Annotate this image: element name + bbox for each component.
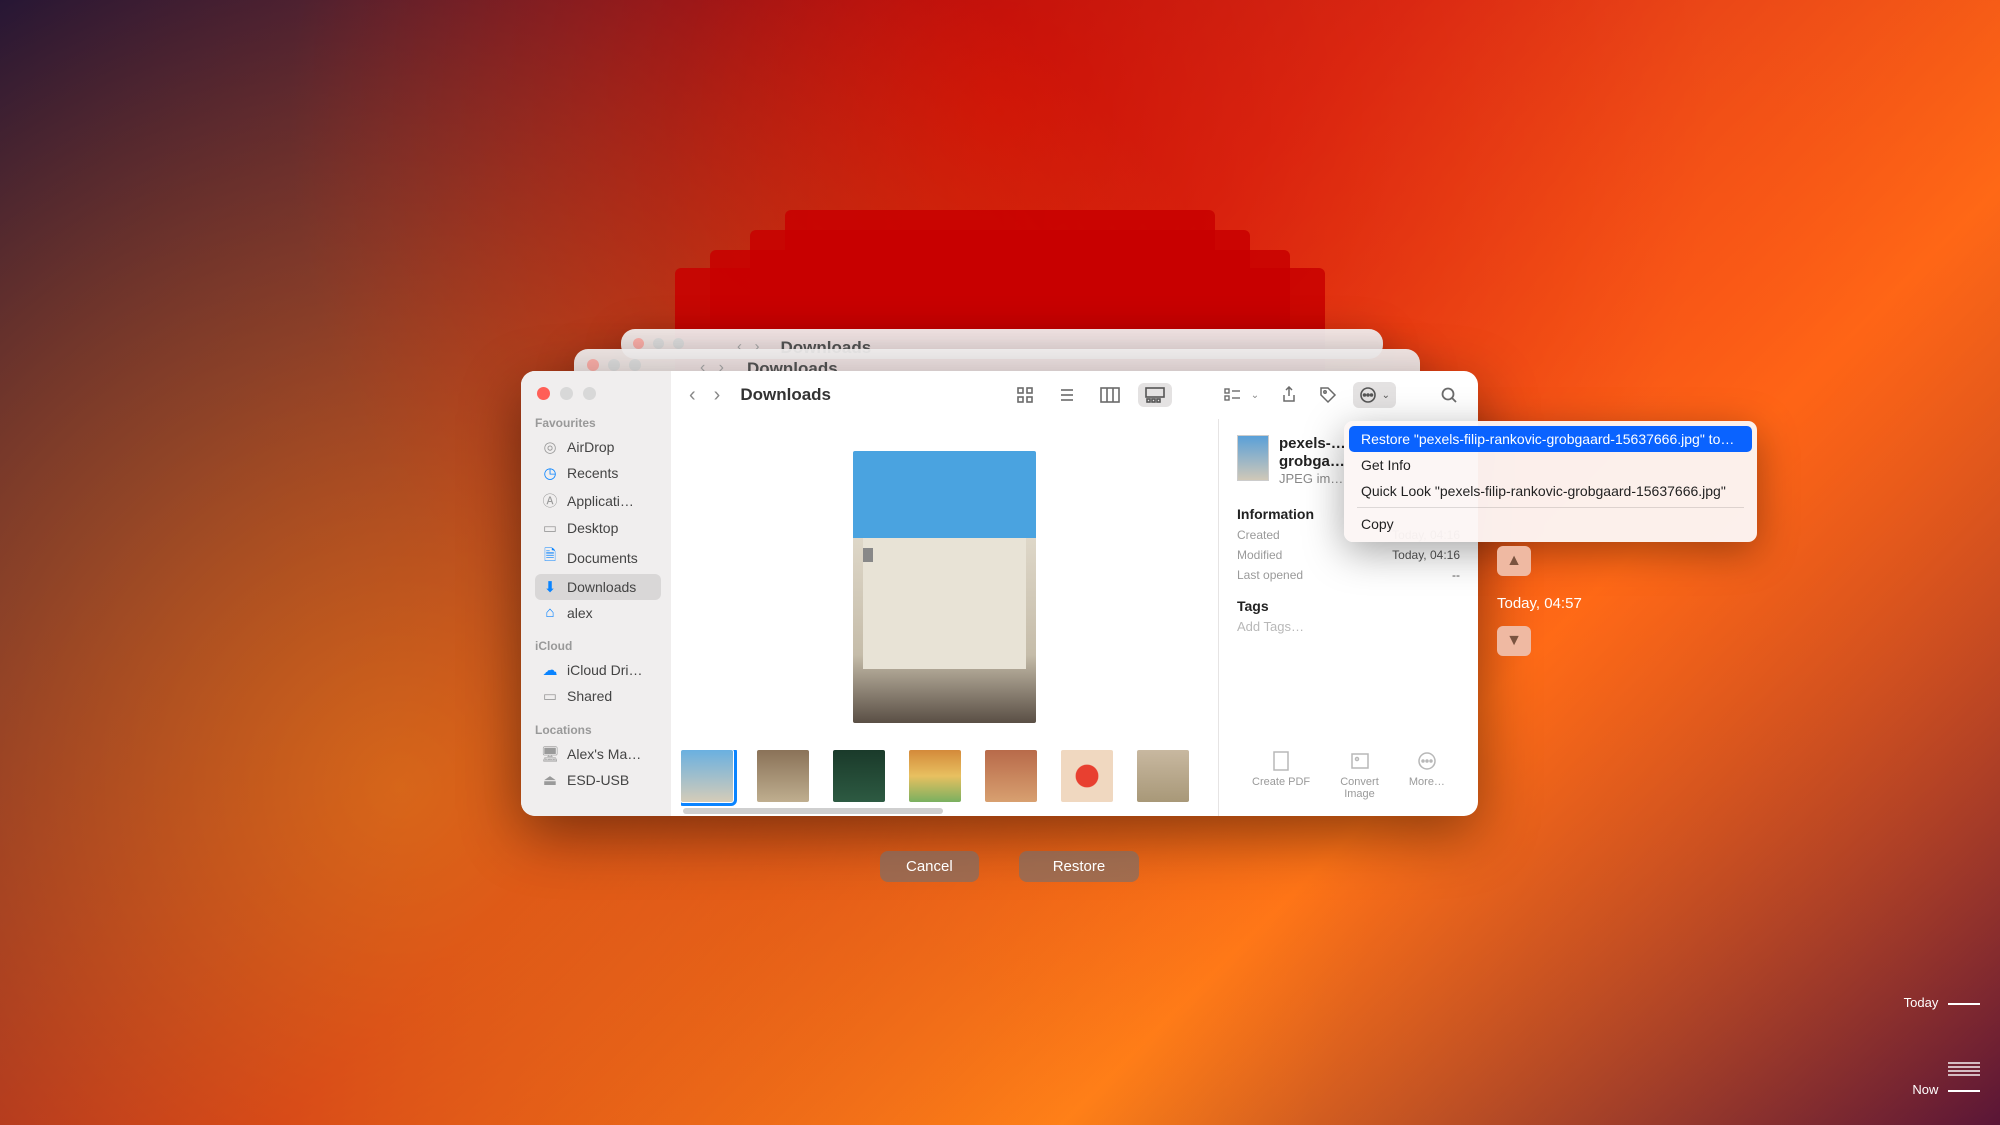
thumbnail[interactable] xyxy=(833,750,885,802)
gallery-area xyxy=(671,419,1218,816)
timeline-down-button[interactable]: ▼ xyxy=(1497,626,1531,656)
timeline-scale[interactable]: Today Now xyxy=(1904,995,1980,1097)
home-icon: ⌂ xyxy=(541,604,559,621)
sidebar-item-mac[interactable]: 🖥Alex's Ma… xyxy=(535,741,661,767)
sidebar-item-desktop[interactable]: ▭Desktop xyxy=(535,515,661,541)
sidebar-item-usb[interactable]: ⏏ESD-USB xyxy=(535,767,661,793)
ctx-restore-to[interactable]: Restore "pexels-filip-rankovic-grobgaard… xyxy=(1349,426,1752,452)
view-list-button[interactable] xyxy=(1052,382,1082,408)
sidebar-item-recents[interactable]: ◷Recents xyxy=(535,460,661,486)
back-button[interactable]: ‹ xyxy=(685,384,700,407)
clock-icon: ◷ xyxy=(541,464,559,482)
sidebar-item-shared[interactable]: ▭Shared xyxy=(535,683,661,709)
zoom-icon[interactable] xyxy=(583,387,596,400)
chevron-down-icon: ⌄ xyxy=(1382,390,1390,401)
thumbnail-strip[interactable] xyxy=(681,750,1208,806)
thumbnail[interactable] xyxy=(1137,750,1189,802)
sidebar-section-favourites: Favourites xyxy=(535,416,661,430)
add-tags-field[interactable]: Add Tags… xyxy=(1237,619,1460,634)
actions-button[interactable]: ⌄ xyxy=(1353,382,1396,408)
sidebar-item-documents[interactable]: 🗎Documents xyxy=(535,541,661,574)
context-menu: Restore "pexels-filip-rankovic-grobgaard… xyxy=(1344,421,1757,542)
eject-icon: ⏏ xyxy=(541,771,559,789)
lastopened-value: -- xyxy=(1452,568,1460,582)
window-controls[interactable] xyxy=(537,387,661,400)
shared-icon: ▭ xyxy=(541,687,559,705)
chevron-down-icon: ⌄ xyxy=(1251,390,1259,401)
modified-label: Modified xyxy=(1237,548,1282,562)
sidebar: Favourites ◎AirDrop ◷Recents ⒶApplicati…… xyxy=(521,371,671,816)
view-columns-button[interactable] xyxy=(1094,383,1126,407)
cloud-icon: ☁ xyxy=(541,661,559,679)
documents-icon: 🗎 xyxy=(541,545,559,570)
preview-image[interactable] xyxy=(853,451,1036,723)
thumbnail[interactable] xyxy=(1061,750,1113,802)
ctx-copy[interactable]: Copy xyxy=(1349,511,1752,537)
modified-value: Today, 04:16 xyxy=(1392,548,1460,562)
timeline-today-label: Today xyxy=(1904,995,1980,1010)
scrollbar[interactable] xyxy=(683,808,943,814)
timeline-up-button[interactable]: ▲ xyxy=(1497,546,1531,576)
thumbnail[interactable] xyxy=(909,750,961,802)
ctx-separator xyxy=(1357,507,1744,508)
ctx-get-info[interactable]: Get Info xyxy=(1349,452,1752,478)
group-button[interactable]: ⌄ xyxy=(1218,382,1265,408)
sidebar-item-applications[interactable]: ⒶApplicati… xyxy=(535,486,661,515)
share-button[interactable] xyxy=(1275,382,1303,408)
tags-header: Tags xyxy=(1237,598,1460,614)
sidebar-item-airdrop[interactable]: ◎AirDrop xyxy=(535,434,661,460)
sidebar-item-downloads[interactable]: ⬇Downloads xyxy=(535,574,661,600)
desktop-icon: ▭ xyxy=(541,519,559,537)
search-button[interactable] xyxy=(1434,382,1464,408)
sidebar-section-icloud: iCloud xyxy=(535,639,661,653)
time-machine-buttons: Cancel Restore xyxy=(880,851,1139,882)
cancel-button[interactable]: Cancel xyxy=(880,851,979,882)
sidebar-item-icloud-drive[interactable]: ☁iCloud Dri… xyxy=(535,657,661,683)
applications-icon: Ⓐ xyxy=(541,490,559,511)
snapshot-time: Today, 04:57 xyxy=(1497,595,1582,612)
thumbnail[interactable] xyxy=(681,750,733,802)
convert-image-action[interactable]: ConvertImage xyxy=(1340,750,1379,800)
downloads-icon: ⬇ xyxy=(541,578,559,596)
restore-button[interactable]: Restore xyxy=(1019,851,1140,882)
create-pdf-action[interactable]: Create PDF xyxy=(1252,750,1310,800)
more-actions[interactable]: More… xyxy=(1409,750,1445,800)
lastopened-label: Last opened xyxy=(1237,568,1303,582)
thumbnail[interactable] xyxy=(985,750,1037,802)
finder-window: Favourites ◎AirDrop ◷Recents ⒶApplicati…… xyxy=(521,371,1478,816)
minimize-icon[interactable] xyxy=(560,387,573,400)
computer-icon: 🖥 xyxy=(541,745,559,763)
created-label: Created xyxy=(1237,528,1280,542)
airdrop-icon: ◎ xyxy=(541,438,559,456)
thumbnail[interactable] xyxy=(757,750,809,802)
view-gallery-button[interactable] xyxy=(1138,383,1172,407)
info-thumb-icon xyxy=(1237,435,1269,481)
toolbar: ‹ › Downloads ⌄ ⌄ xyxy=(671,371,1478,419)
sidebar-section-locations: Locations xyxy=(535,723,661,737)
close-icon[interactable] xyxy=(537,387,550,400)
sidebar-item-home[interactable]: ⌂alex xyxy=(535,600,661,625)
tags-button[interactable] xyxy=(1313,382,1343,408)
timeline-now-label: Now xyxy=(1904,1082,1980,1097)
ctx-quick-look[interactable]: Quick Look "pexels-filip-rankovic-grobga… xyxy=(1349,478,1752,504)
window-title: Downloads xyxy=(740,385,831,405)
forward-button[interactable]: › xyxy=(710,384,725,407)
view-icons-button[interactable] xyxy=(1010,382,1040,408)
